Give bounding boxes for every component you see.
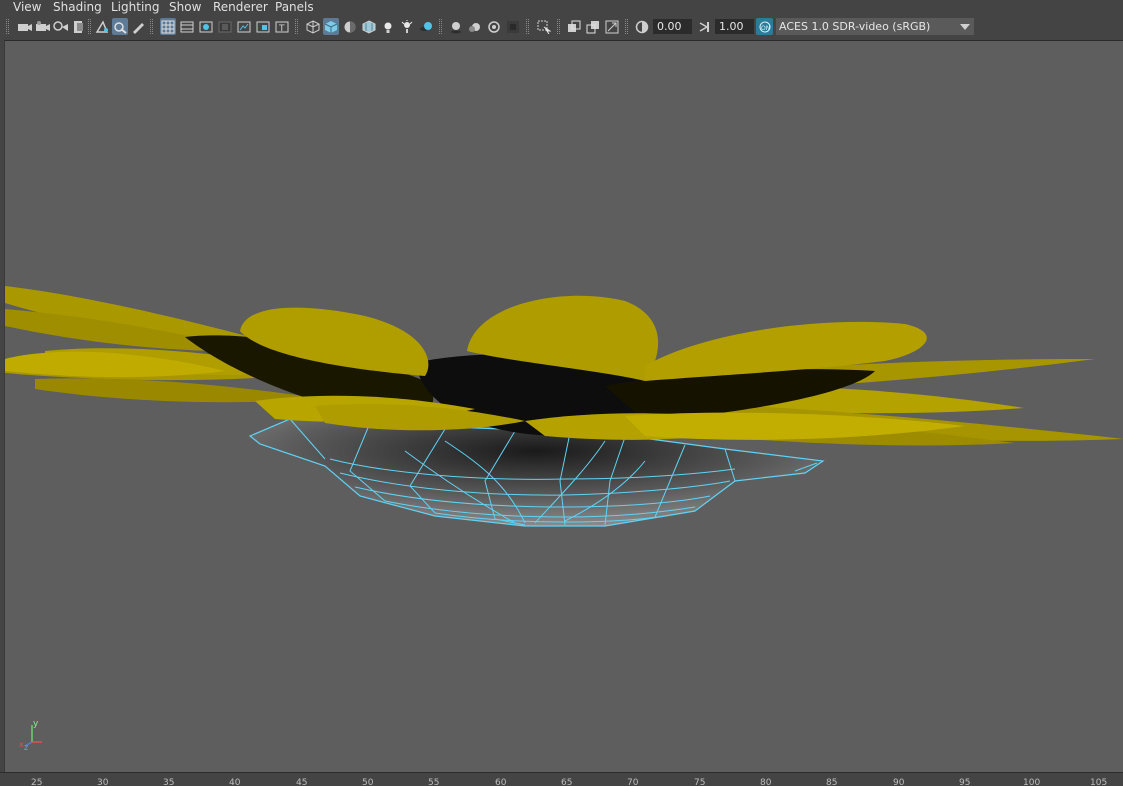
toolbar-separator — [6, 19, 9, 34]
svg-text:T: T — [278, 24, 285, 34]
select-camera-icon[interactable] — [17, 18, 33, 35]
use-all-lights-icon[interactable] — [380, 18, 396, 35]
depth-of-field-icon[interactable] — [486, 18, 502, 35]
toolbar-separator — [295, 19, 298, 34]
toolbar-separator — [88, 19, 91, 34]
pencil-icon[interactable] — [130, 18, 146, 35]
grease-pencil-icon[interactable] — [112, 18, 128, 35]
safe-title-icon[interactable]: T — [274, 18, 290, 35]
menu-show[interactable]: Show — [169, 0, 201, 15]
screen-space-ao-icon[interactable] — [418, 18, 434, 35]
menu-shading[interactable]: Shading — [53, 0, 102, 15]
resolution-gate-icon[interactable] — [198, 18, 214, 35]
gamma-icon[interactable] — [696, 18, 712, 35]
2d-pan-zoom-icon[interactable] — [94, 18, 110, 35]
camera-attributes-icon[interactable] — [35, 18, 51, 35]
bookmarks-icon[interactable] — [53, 18, 69, 35]
grid-icon[interactable] — [160, 18, 176, 35]
panel-toolbar: T 0.00 1.00 ON ACES 1.0 SDR-video (sRGB) — [0, 15, 1123, 39]
isolate-select-icon[interactable] — [505, 18, 521, 35]
toolbar-separator — [150, 19, 153, 34]
gamma-field[interactable]: 1.00 — [715, 19, 754, 34]
multisample-aa-icon[interactable] — [467, 18, 483, 35]
view-transform-select[interactable]: ACES 1.0 SDR-video (sRGB) — [776, 18, 956, 35]
toolbar-separator — [557, 19, 560, 34]
exposure-field[interactable]: 0.00 — [653, 19, 692, 34]
color-management-icon[interactable]: ON — [756, 18, 773, 35]
toolbar-separator — [439, 19, 442, 34]
film-gate-icon[interactable] — [179, 18, 195, 35]
menu-lighting[interactable]: Lighting — [111, 0, 160, 15]
svg-text:ON: ON — [761, 25, 770, 32]
image-plane-icon[interactable] — [71, 18, 87, 35]
menu-panels[interactable]: Panels — [275, 0, 314, 15]
view-axis-gizmo: y x z — [15, 719, 45, 752]
default-material-icon[interactable] — [342, 18, 358, 35]
wireframe-icon[interactable] — [305, 18, 321, 35]
xray-components-icon[interactable] — [585, 18, 601, 35]
safe-action-icon[interactable] — [255, 18, 271, 35]
toolbar-separator — [526, 19, 529, 34]
textured-icon[interactable] — [361, 18, 377, 35]
scene-render — [5, 286, 1123, 527]
field-chart-icon[interactable] — [236, 18, 252, 35]
shadows-icon[interactable] — [399, 18, 415, 35]
motion-blur-icon[interactable] — [448, 18, 464, 35]
axis-z-label: z — [24, 743, 29, 752]
chevron-down-icon[interactable] — [956, 18, 974, 35]
3d-viewport[interactable]: y x z — [4, 40, 1123, 773]
menu-view[interactable]: View — [13, 0, 41, 15]
exposure-icon[interactable] — [634, 18, 650, 35]
smooth-shade-icon[interactable] — [323, 18, 339, 35]
gate-mask-icon[interactable] — [217, 18, 233, 35]
backface-culling-icon[interactable] — [604, 18, 620, 35]
toolbar-separator — [625, 19, 628, 34]
menu-renderer[interactable]: Renderer — [213, 0, 268, 15]
axis-y-label: y — [33, 719, 39, 729]
xray-joints-icon[interactable] — [566, 18, 582, 35]
time-slider-ruler[interactable]: 25 30 35 40 45 50 55 60 65 70 75 80 85 9… — [0, 772, 1123, 786]
xray-icon[interactable] — [536, 18, 552, 35]
panel-menu-bar: View Shading Lighting Show Renderer Pane… — [0, 0, 1123, 15]
